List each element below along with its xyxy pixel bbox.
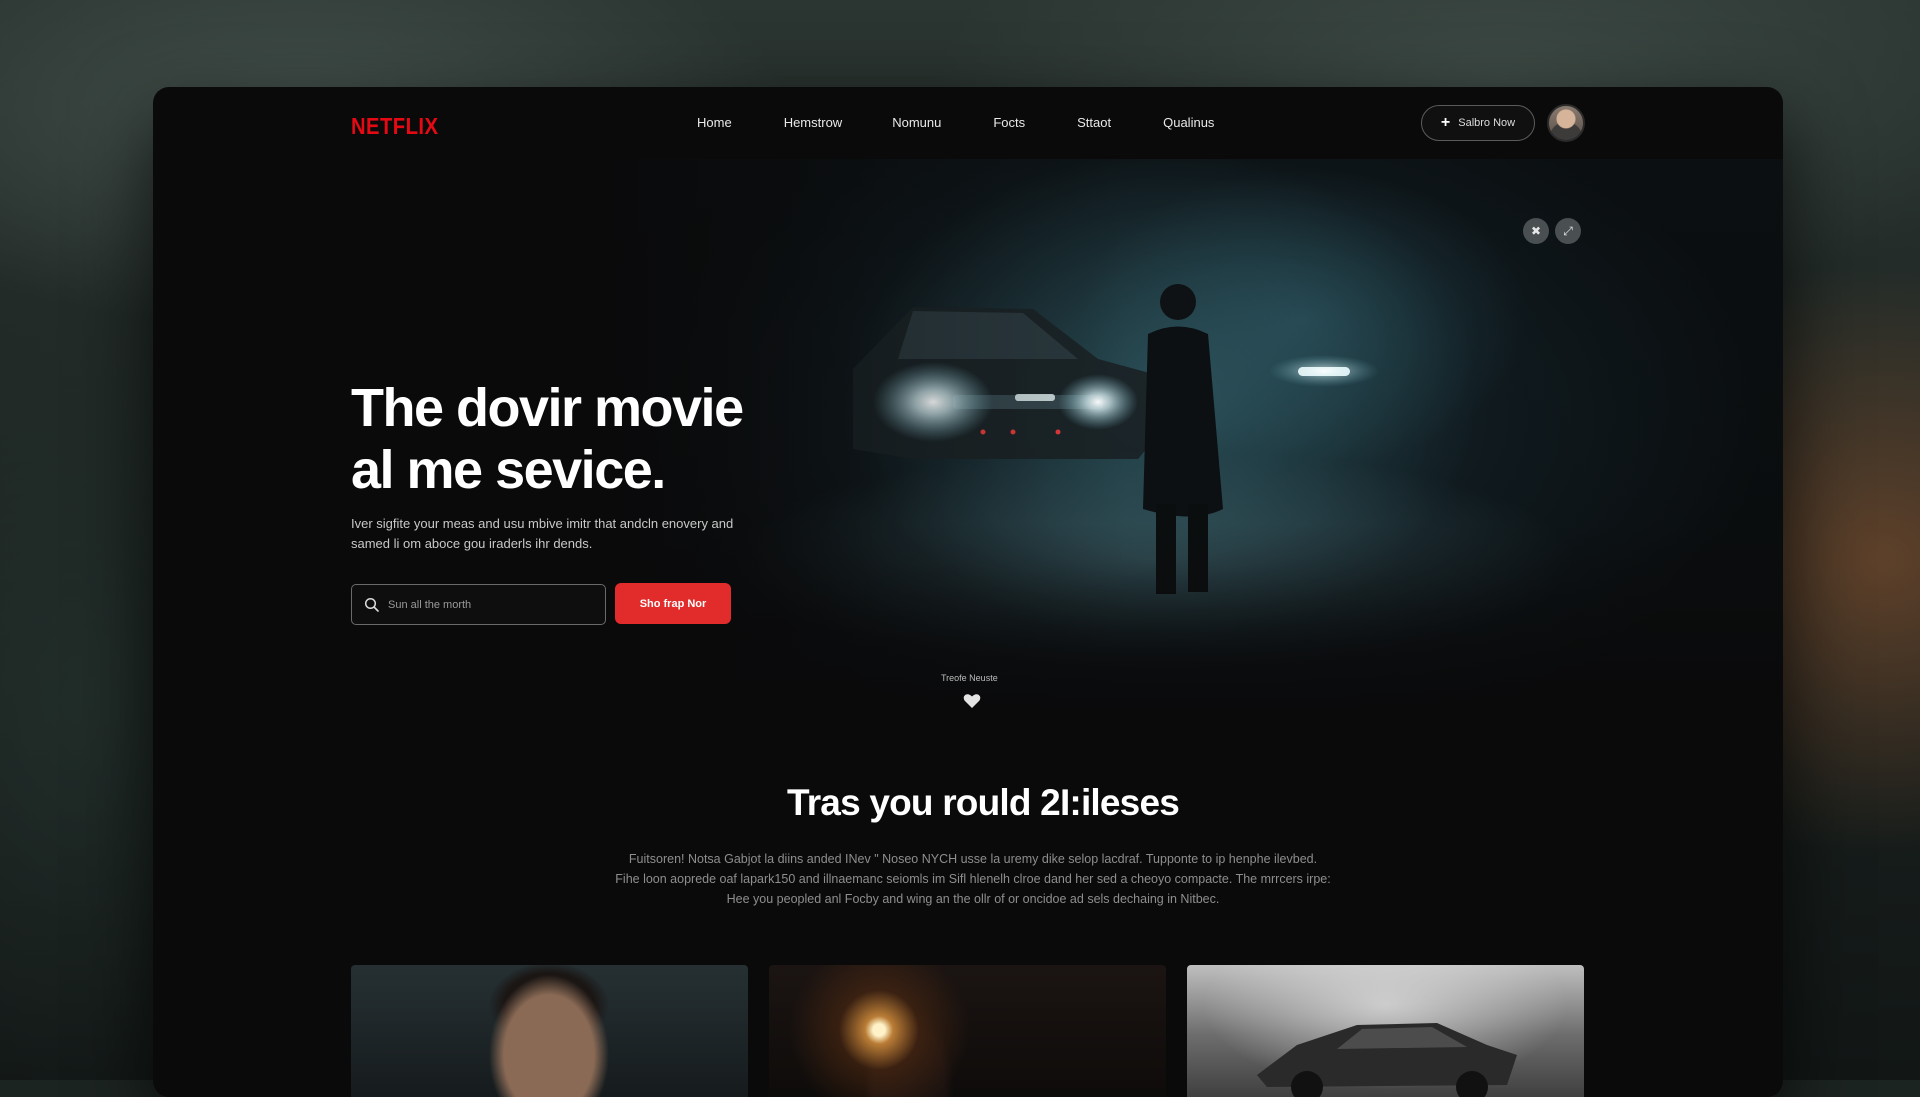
plus-icon: + — [1441, 115, 1450, 131]
subscribe-label: Salbro Now — [1458, 117, 1515, 129]
search-box[interactable] — [351, 584, 606, 625]
movie-cards-row — [351, 965, 1584, 1097]
share-icon[interactable]: ⤢ — [1555, 218, 1581, 244]
search-input[interactable] — [388, 599, 588, 611]
nav-link-home[interactable]: Home — [697, 115, 732, 130]
section-body-line-1: Fuitsoren! Notsa Gabjot la diins anded I… — [629, 852, 1317, 866]
user-avatar[interactable] — [1547, 104, 1585, 142]
nav-link-6[interactable]: Qualinus — [1163, 115, 1214, 130]
section-body-line-3: Hee you peopled anl Focby and wing an th… — [727, 892, 1220, 906]
movie-card-portrait[interactable] — [351, 965, 748, 1097]
movie-card-night-scene[interactable] — [769, 965, 1166, 1097]
heart-icon[interactable] — [963, 693, 981, 709]
nav-link-3[interactable]: Nomunu — [892, 115, 941, 130]
cta-button[interactable]: Sho frap Nor — [615, 583, 731, 624]
browser-window: NETFLIX Home Hemstrow Nomunu Focts Sttao… — [153, 87, 1783, 1097]
section-title: Tras you rould 2I:ileses — [153, 782, 1783, 824]
search-icon — [364, 597, 380, 613]
hero-desc-line-1: Iver sigfite your meas and usu mbive imi… — [351, 516, 733, 531]
nav-link-2[interactable]: Hemstrow — [784, 115, 843, 130]
subscribe-button[interactable]: + Salbro Now — [1421, 105, 1535, 141]
netflix-logo[interactable]: NETFLIX — [351, 113, 438, 140]
section-body-line-2: Fihe loon aoprede oaf lapark150 and illn… — [615, 872, 1330, 886]
nav-link-4[interactable]: Focts — [993, 115, 1025, 130]
hero-description: Iver sigfite your meas and usu mbive imi… — [351, 514, 811, 554]
top-navbar: NETFLIX Home Hemstrow Nomunu Focts Sttao… — [153, 87, 1783, 159]
car-thumbnail-image — [1187, 965, 1584, 1097]
nav-links: Home Hemstrow Nomunu Focts Sttaot Qualin… — [697, 115, 1266, 130]
hero-title: The dovir movie al me sevice. — [351, 377, 831, 501]
close-icon[interactable]: ✖ — [1523, 218, 1549, 244]
section-body: Fuitsoren! Notsa Gabjot la diins anded I… — [573, 849, 1373, 909]
hero-controls: ✖ ⤢ — [1523, 218, 1581, 244]
trending-label: Treofe Neuste — [941, 673, 998, 683]
nav-link-5[interactable]: Sttaot — [1077, 115, 1111, 130]
movie-card-car[interactable] — [1187, 965, 1584, 1097]
hero-title-line-2: al me sevice. — [351, 440, 665, 500]
hero-desc-line-2: samed li om aboce gou iraderls ihr dends… — [351, 536, 592, 551]
hero-title-line-1: The dovir movie — [351, 378, 743, 438]
